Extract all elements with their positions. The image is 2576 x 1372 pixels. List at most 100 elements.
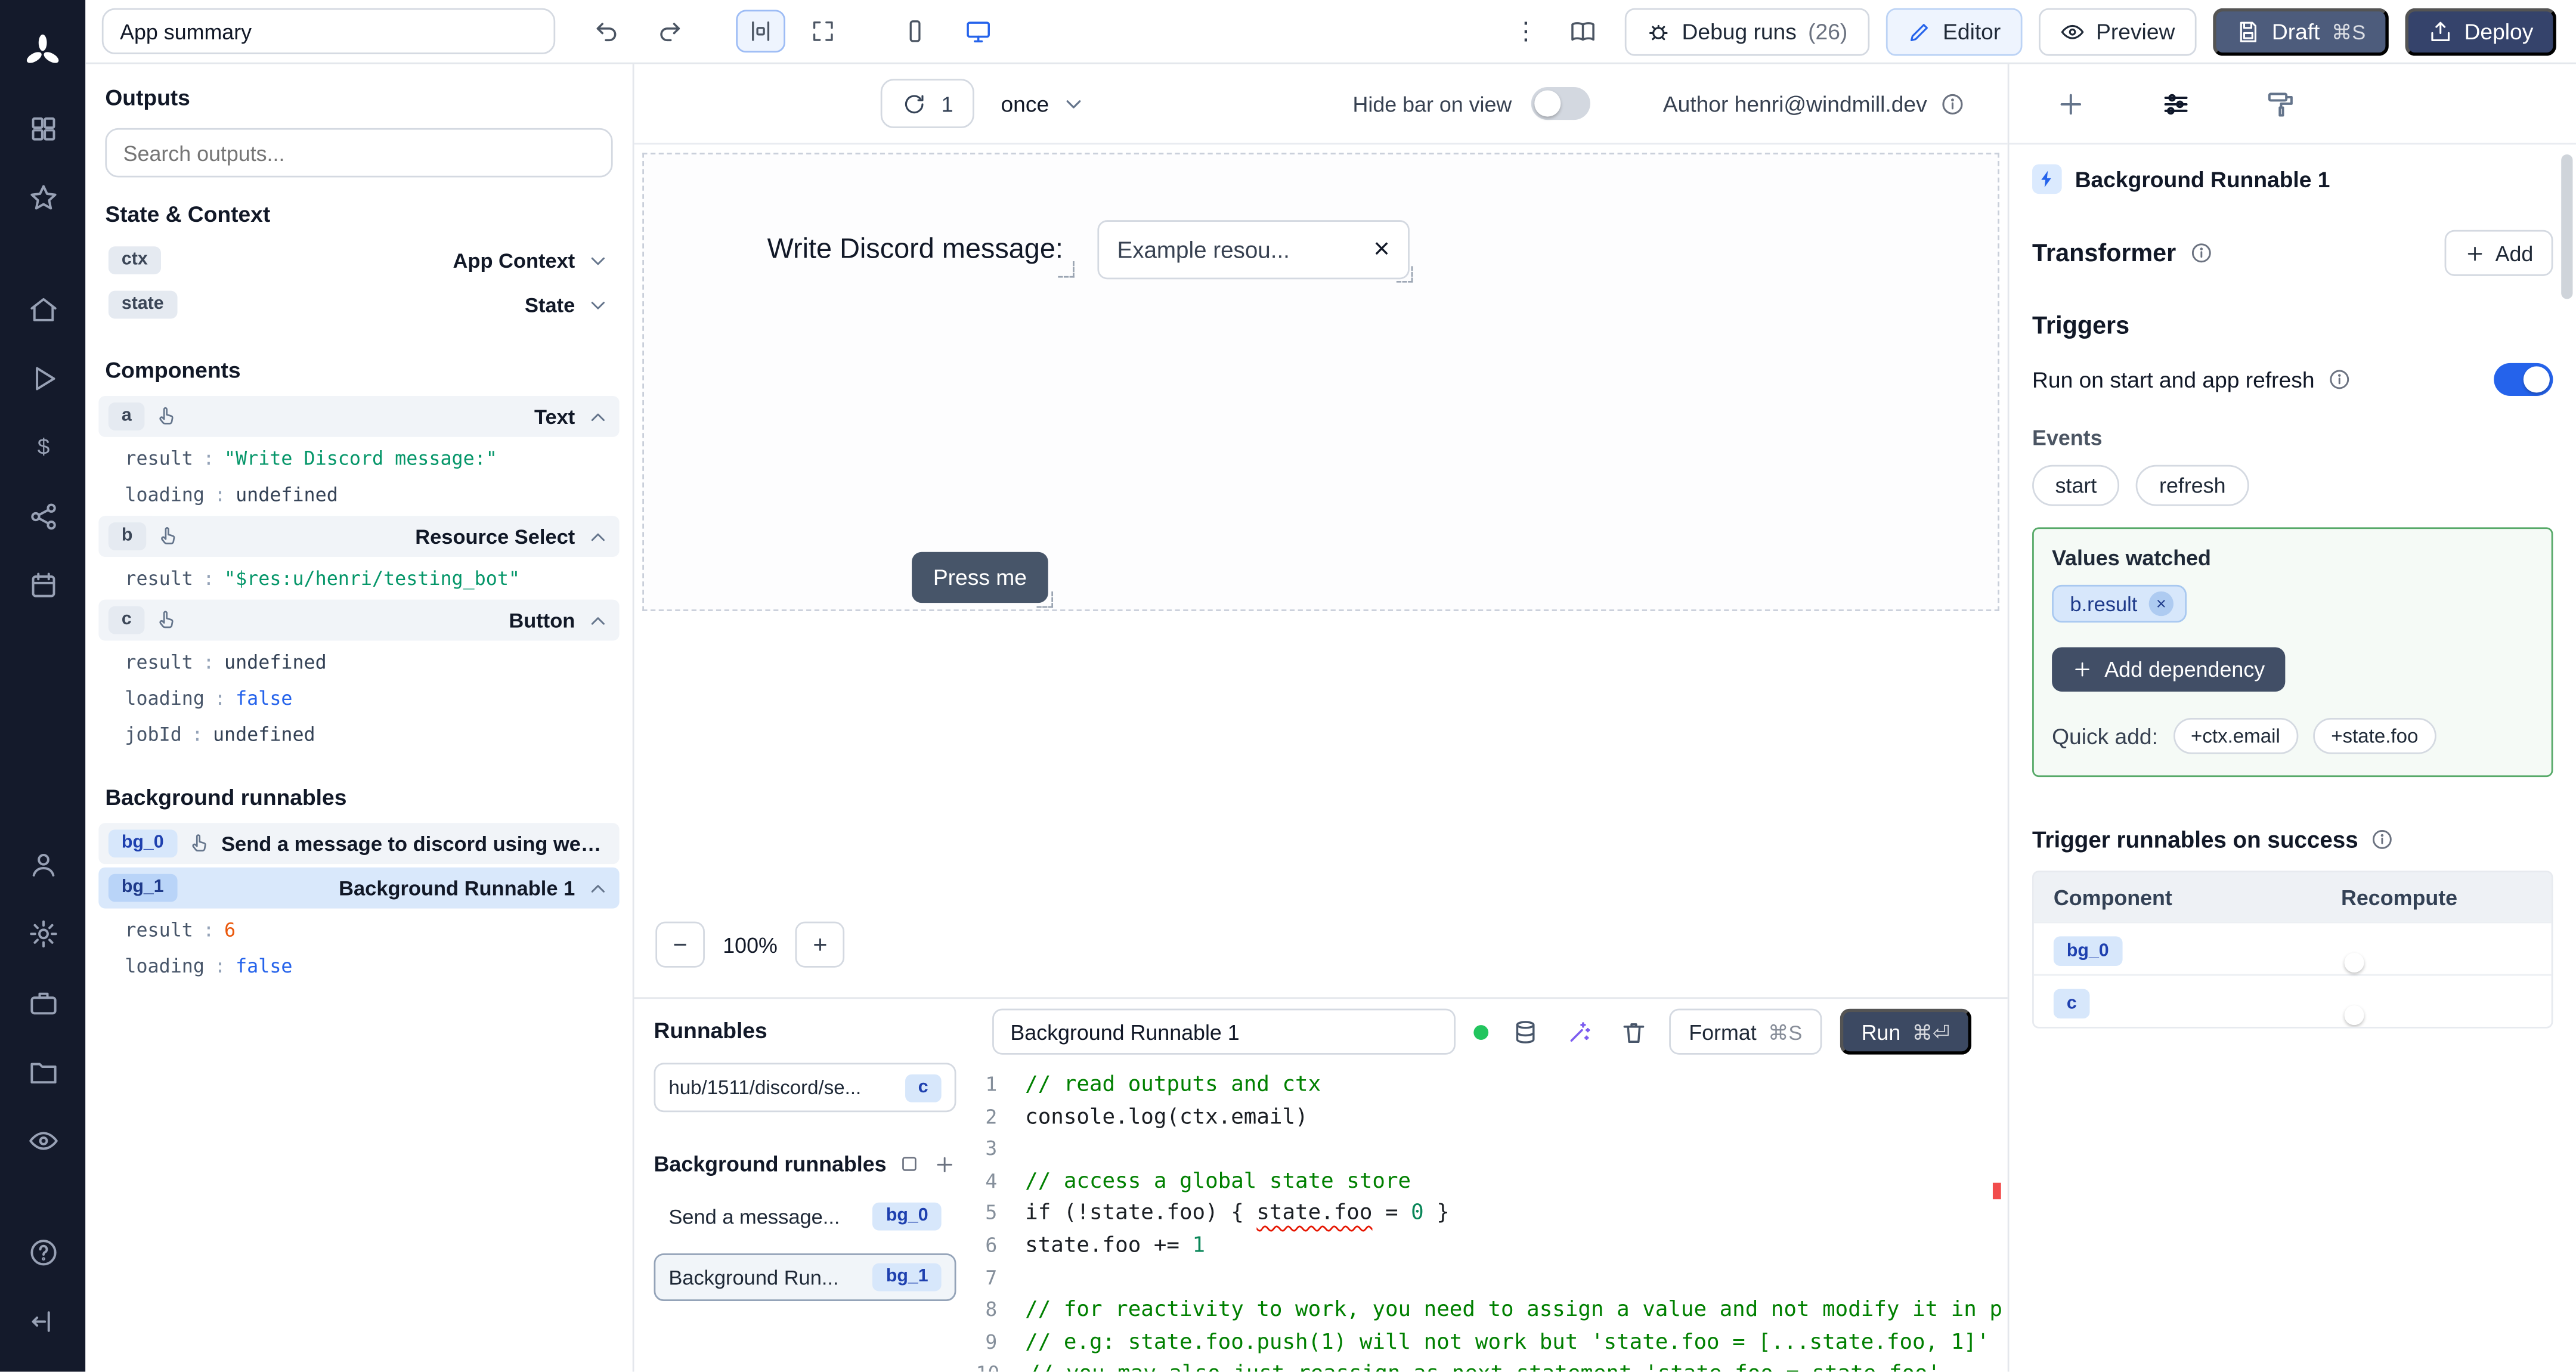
more-options-button[interactable]: ⋮ [1509, 17, 1542, 46]
output-row-component-a[interactable]: a Text [98, 395, 620, 437]
runnable-name-input[interactable] [992, 1008, 1456, 1055]
runs-icon[interactable] [23, 358, 63, 398]
add-dependency-button[interactable]: Add dependency [2052, 647, 2285, 692]
output-prop: result:6 [125, 918, 236, 941]
output-row-state[interactable]: state State [98, 284, 619, 326]
quick-add-ctx-email[interactable]: +ctx.email [2172, 717, 2299, 754]
runnable-item-hub[interactable]: hub/1511/discord/se... c [654, 1063, 956, 1113]
add-transformer-button[interactable]: Add [2444, 230, 2553, 276]
resource-select-component[interactable]: Example resou... × [1097, 220, 1413, 283]
draft-button[interactable]: Draft ⌘S [2212, 7, 2389, 55]
add-runnable-icon[interactable] [933, 1153, 956, 1176]
folders-icon[interactable] [23, 1051, 63, 1091]
schedules-icon[interactable] [23, 565, 63, 605]
apps-icon[interactable] [23, 109, 63, 148]
documentation-icon[interactable] [1559, 10, 1608, 53]
chevron-down-icon[interactable] [587, 293, 610, 317]
output-row-component-c[interactable]: c Button [98, 599, 620, 641]
editor-tab-button[interactable]: Editor [1885, 7, 2023, 55]
windmill-logo-icon[interactable] [23, 31, 63, 70]
favorites-icon[interactable] [23, 178, 63, 217]
styling-tab[interactable] [2262, 85, 2299, 122]
hide-bar-toggle[interactable] [1531, 87, 1591, 120]
chevron-up-icon[interactable] [587, 405, 610, 428]
debug-runs-button[interactable]: Debug runs (26) [1624, 7, 1869, 55]
values-watched-title: Values watched [2052, 545, 2211, 571]
hand-pointer-icon[interactable] [188, 833, 210, 854]
deploy-button[interactable]: Deploy [2405, 7, 2556, 55]
hand-pointer-icon[interactable] [157, 526, 179, 547]
search-outputs-input[interactable] [105, 128, 613, 178]
chevron-up-icon[interactable] [587, 877, 610, 900]
preview-tab-button[interactable]: Preview [2038, 7, 2197, 55]
table-row: c [2033, 974, 2552, 1027]
inspector-body: Background Runnable 1 Transformer Add Tr… [2009, 144, 2576, 1029]
event-chip-start[interactable]: start [2032, 464, 2120, 506]
variables-icon[interactable]: $ [23, 427, 63, 466]
quick-add-state-foo[interactable]: +state.foo [2312, 717, 2436, 754]
chevron-up-icon[interactable] [587, 609, 610, 632]
help-icon[interactable] [23, 1232, 63, 1271]
event-chip-refresh[interactable]: refresh [2136, 464, 2249, 506]
insert-component-tab[interactable] [2052, 85, 2088, 122]
event-chips: start refresh [2032, 464, 2553, 506]
code-editor[interactable]: 1// read outputs and ctx 2 console.log(ct… [976, 1064, 2008, 1371]
workers-icon[interactable] [23, 983, 63, 1022]
dependency-chip[interactable]: b.result × [2052, 584, 2187, 623]
resize-handle[interactable] [1396, 266, 1413, 283]
plus-icon [2464, 242, 2485, 264]
undo-button[interactable] [581, 10, 631, 53]
chevron-up-icon[interactable] [587, 525, 610, 548]
runnable-item-bg1[interactable]: Background Run... bg_1 [654, 1253, 956, 1302]
output-row-ctx[interactable]: ctx App Context [98, 240, 619, 281]
run-on-start-toggle[interactable] [2494, 363, 2553, 396]
audit-logs-icon[interactable] [23, 1120, 63, 1160]
output-row-bg1[interactable]: bg_1 Background Runnable 1 [98, 867, 620, 909]
collapse-sidebar-icon[interactable] [23, 1301, 63, 1340]
home-icon[interactable] [23, 289, 63, 329]
cache-icon[interactable] [1506, 1014, 1543, 1050]
runnable-item-bg0[interactable]: Send a message... bg_0 [654, 1193, 956, 1240]
resize-handle[interactable] [1058, 261, 1075, 278]
frame-icon[interactable] [899, 1153, 920, 1176]
output-row-component-b[interactable]: b Resource Select [98, 516, 620, 557]
selected-runnable-header[interactable]: Background Runnable 1 [2032, 161, 2553, 207]
scrollbar[interactable] [2558, 64, 2576, 1371]
desktop-view-button[interactable] [953, 10, 1002, 53]
resources-icon[interactable] [23, 496, 63, 535]
user-icon[interactable] [23, 844, 63, 884]
zoom-out-button[interactable]: − [655, 921, 705, 968]
canvas-toolbar: 1 once Hide bar on view Author henri@win… [634, 64, 2008, 145]
info-icon[interactable] [2371, 828, 2395, 851]
ai-assistant-icon[interactable] [1561, 1014, 1597, 1050]
hand-pointer-icon[interactable] [156, 609, 178, 631]
format-button[interactable]: Format ⌘S [1669, 1008, 1822, 1055]
text-component[interactable]: Write Discord message: [761, 230, 1075, 278]
app-canvas[interactable]: Write Discord message: Example resou... … [642, 153, 1999, 611]
run-button[interactable]: Run ⌘⏎ [1840, 1008, 1971, 1055]
delete-runnable-icon[interactable] [1615, 1014, 1651, 1050]
component-settings-tab[interactable] [2157, 85, 2193, 122]
app-summary-input[interactable] [101, 8, 556, 54]
info-icon[interactable] [2189, 241, 2212, 265]
scrollbar-thumb[interactable] [2561, 154, 2573, 299]
mobile-view-button[interactable] [890, 10, 940, 53]
output-row-bg0[interactable]: bg_0 Send a message to discord using web… [98, 823, 620, 865]
refresh-frequency-select[interactable]: once [1001, 91, 1085, 116]
button-component[interactable]: Press me [912, 552, 1054, 608]
remove-dependency-icon[interactable]: × [2148, 591, 2174, 617]
fullscreen-button[interactable] [798, 10, 848, 53]
hand-pointer-icon[interactable] [156, 406, 178, 428]
state-badge: state [108, 290, 177, 319]
align-center-button[interactable] [736, 10, 785, 53]
resize-handle[interactable] [1036, 591, 1054, 608]
info-icon[interactable] [1940, 91, 1965, 116]
redo-button[interactable] [644, 10, 693, 53]
refresh-button[interactable]: 1 [880, 79, 975, 128]
zoom-in-button[interactable]: + [795, 921, 845, 968]
info-icon[interactable] [2328, 368, 2351, 391]
clear-selection-icon[interactable]: × [1373, 233, 1389, 266]
settings-icon[interactable] [23, 913, 63, 953]
output-prop: loading: false [125, 686, 293, 710]
chevron-down-icon[interactable] [587, 249, 610, 272]
